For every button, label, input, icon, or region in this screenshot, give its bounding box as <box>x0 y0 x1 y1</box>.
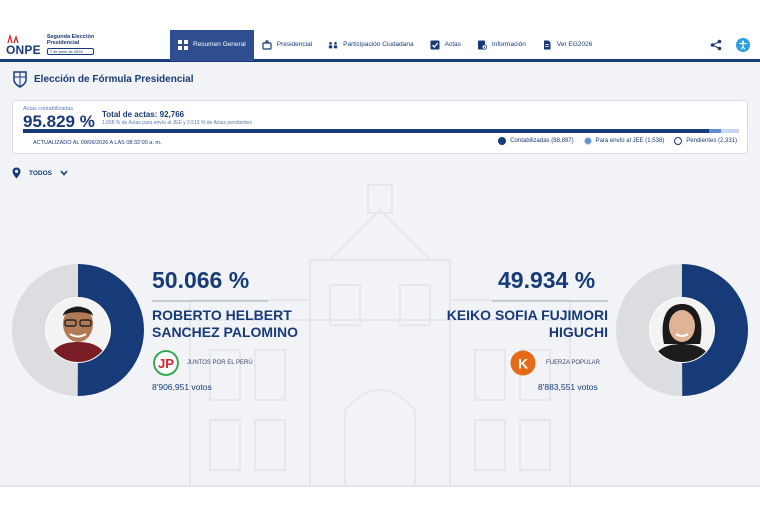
nav-ver-eg2026[interactable]: Ver EG2026 <box>534 30 600 61</box>
checkbox-icon <box>430 40 440 49</box>
counting-summary-card: Actas contabilizadas 95.829 % Total de a… <box>12 100 748 154</box>
chevron-down-icon <box>60 170 68 176</box>
nav-label: Ver EG2026 <box>556 41 593 48</box>
candidate-1-divider <box>152 300 268 302</box>
legend-dot-pending <box>674 137 683 145</box>
nav-informacion[interactable]: Información <box>469 30 534 61</box>
party-mark: JP <box>158 356 174 371</box>
top-navigation: ONPE Segunda Elección Presidencial 7 de … <box>0 30 760 62</box>
accessibility-icon[interactable] <box>736 37 750 52</box>
people-icon <box>329 41 338 48</box>
progress-jee-fill <box>709 129 721 133</box>
legend-dot-jee <box>583 137 592 145</box>
candidate-2-name-line2: HIGUCHI <box>548 324 608 340</box>
actas-breakdown: 1.658 % de Actas para envío al JEE y 2.5… <box>102 120 252 126</box>
candidate-1-share-donut <box>12 264 144 396</box>
nav-label: Resumen General <box>193 41 246 48</box>
candidate-2-votes: 8'883,551 votos <box>538 382 598 392</box>
progress-counted-fill <box>23 129 710 133</box>
person-icon <box>739 40 747 50</box>
candidate-1-name: ROBERTO HELBERT SANCHEZ PALOMINO <box>152 307 298 341</box>
candidate-2-percent: 49.934 % <box>498 267 596 293</box>
candidate-2-name-line1: KEIKO SOFIA FUJIMORI <box>446 307 608 323</box>
candidate-1-votes: 8'906,951 votos <box>152 382 212 392</box>
counting-progress-bar <box>23 129 739 133</box>
progress-legend: Contabilizadas (88,897) Para envío al JE… <box>498 137 737 145</box>
candidate-2-photo <box>650 298 714 362</box>
logo-word: ONPE <box>6 42 41 57</box>
nav-label: Participación Ciudadana <box>343 41 414 48</box>
nav-participacion[interactable]: Participación Ciudadana <box>320 30 421 61</box>
nav-label: Información <box>491 41 526 48</box>
election-title-line2: Presidencial <box>46 40 80 46</box>
total-actas: Total de actas: 92,766 <box>102 110 185 119</box>
grid-icon <box>178 39 188 50</box>
app-frame: ONPE Segunda Elección Presidencial 7 de … <box>0 30 760 487</box>
nav-label: Actas <box>444 41 461 48</box>
last-updated: ACTUALIZADO AL 09/06/2026 A LAS 08:32:00… <box>33 140 162 146</box>
nav-label: Presidencial <box>276 41 313 48</box>
candidate-1-percent: 50.066 % <box>152 267 250 293</box>
page-title: Elección de Fórmula Presidencial <box>34 73 194 85</box>
share-icon[interactable] <box>710 39 722 51</box>
legend-dot-counted <box>498 137 507 145</box>
candidate-1-name-line2: SANCHEZ PALOMINO <box>152 324 298 340</box>
nav-presidencial[interactable]: Presidencial <box>254 30 320 61</box>
legend-counted: Contabilizadas (88,897) <box>498 137 574 145</box>
fuerza-popular-logo: K <box>510 350 536 376</box>
header-actions <box>710 37 760 52</box>
region-filter[interactable]: TODOS <box>12 167 68 179</box>
nav-actas[interactable]: Actas <box>422 30 469 61</box>
juntos-por-el-peru-logo: JP <box>153 350 179 376</box>
onpe-logo[interactable]: ONPE Segunda Elección Presidencial 7 de … <box>0 30 110 61</box>
legend-pending: Pendientes (2,331) <box>674 137 737 145</box>
filter-label: TODOS <box>29 169 52 177</box>
page-header: Elección de Fórmula Presidencial <box>0 65 760 93</box>
candidate-1-party: JUNTOS POR EL PERÚ <box>187 360 253 366</box>
bottom-divider <box>0 485 760 487</box>
candidate-2-name: KEIKO SOFIA FUJIMORI HIGUCHI <box>447 307 608 341</box>
nav-resumen-general[interactable]: Resumen General <box>170 30 254 61</box>
main-nav: Resumen General Presidencial Participaci… <box>170 30 600 61</box>
document-icon <box>543 40 551 49</box>
location-pin-icon <box>12 167 21 179</box>
party-mark: K <box>518 356 528 372</box>
ballot-mark-icon <box>7 33 19 43</box>
info-doc-icon <box>477 40 487 50</box>
legend-label: Pendientes (2,331) <box>686 138 737 144</box>
legend-label: Contabilizadas (88,897) <box>510 138 574 144</box>
ballot-icon <box>262 39 272 50</box>
candidate-1-photo <box>46 298 110 362</box>
election-date: 7 de junio de 2026 <box>46 48 95 55</box>
election-name: Segunda Elección Presidencial 7 de junio… <box>46 34 95 55</box>
candidate-2-party: FUERZA POPULAR <box>546 360 601 366</box>
coat-of-arms-icon <box>13 71 27 88</box>
candidate-1-name-line1: ROBERTO HELBERT <box>152 307 292 323</box>
legend-label: Para envío al JEE (1,538) <box>595 138 665 144</box>
candidate-2-share-donut <box>616 264 748 396</box>
legend-jee: Para envío al JEE (1,538) <box>583 137 665 145</box>
candidate-2-divider <box>492 300 608 302</box>
logo-mark: ONPE <box>6 33 41 57</box>
